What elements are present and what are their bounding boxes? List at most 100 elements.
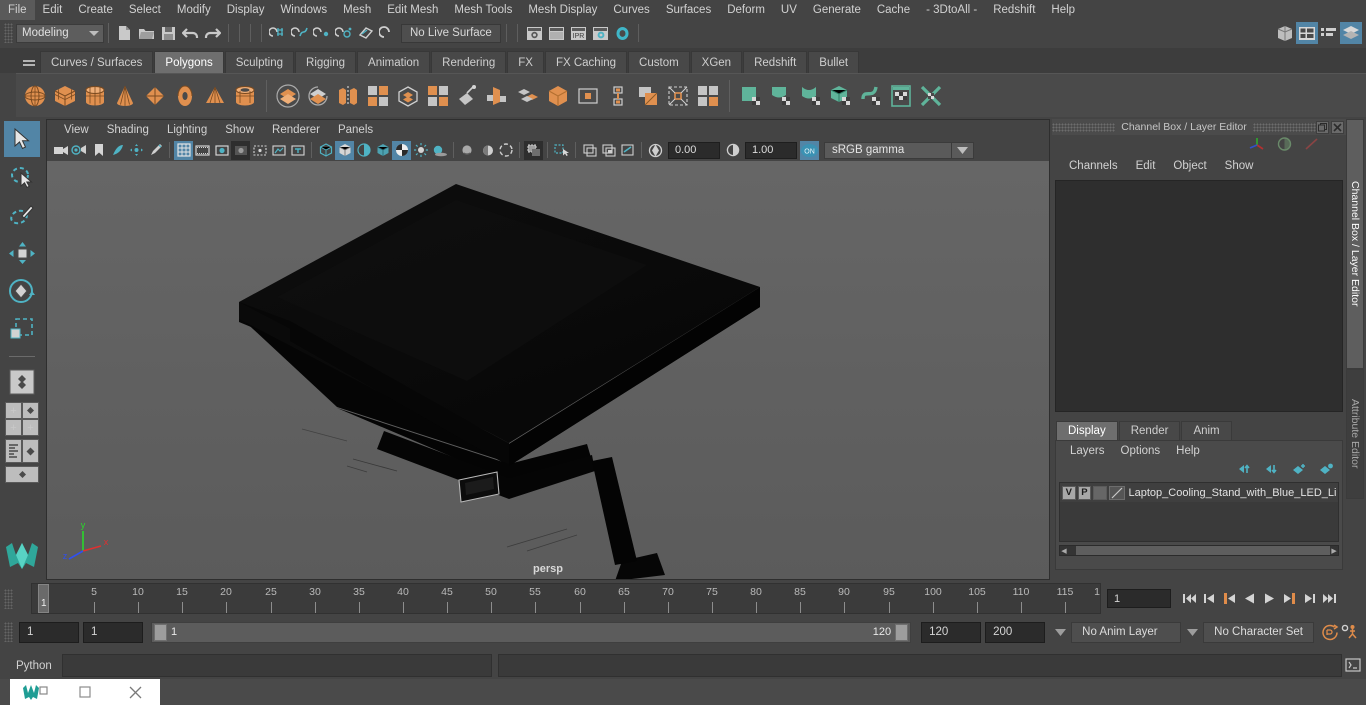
animation-start-time-field[interactable]: 1 bbox=[19, 621, 79, 643]
target-weld-icon[interactable] bbox=[573, 77, 603, 115]
close-window-icon[interactable] bbox=[1331, 120, 1344, 134]
menu-mesh-tools[interactable]: Mesh Tools bbox=[446, 0, 520, 20]
menu-display[interactable]: Display bbox=[219, 0, 273, 20]
side-tab-channel-box-layer-editor[interactable]: Channel Box / Layer Editor bbox=[1346, 119, 1364, 369]
animation-end-time-field[interactable]: 200 bbox=[985, 621, 1046, 643]
connect-components-icon[interactable] bbox=[693, 77, 723, 115]
xray-icon[interactable] bbox=[552, 141, 571, 160]
polygon-torus-icon[interactable] bbox=[170, 77, 200, 115]
outliner-persp-layout[interactable]: + bbox=[5, 419, 22, 436]
gamma-icon[interactable] bbox=[723, 141, 742, 160]
show-hide-tool-settings-icon[interactable] bbox=[1318, 22, 1340, 44]
menu-cache[interactable]: Cache bbox=[869, 0, 918, 20]
modeling-toolkit-icon[interactable] bbox=[1303, 136, 1320, 155]
gamma-field[interactable]: 1.00 bbox=[745, 141, 797, 159]
viewport-3d-canvas[interactable]: y x z persp bbox=[47, 161, 1049, 579]
safe-action-icon[interactable] bbox=[269, 141, 288, 160]
multisample-anti-aliasing-icon[interactable] bbox=[496, 141, 515, 160]
shelf-tab-curves-surfaces[interactable]: Curves / Surfaces bbox=[40, 51, 154, 73]
shelf-tab-rigging[interactable]: Rigging bbox=[295, 51, 357, 73]
use-all-lights-icon[interactable] bbox=[411, 141, 430, 160]
layer-tab-display[interactable]: Display bbox=[1056, 421, 1118, 440]
multi-cut-icon[interactable] bbox=[543, 77, 573, 115]
layer-color-swatch[interactable] bbox=[1108, 485, 1125, 500]
shelf-tab-custom[interactable]: Custom bbox=[628, 51, 690, 73]
polygon-pipe-icon[interactable] bbox=[230, 77, 260, 115]
channel-box-attribute-list[interactable] bbox=[1055, 180, 1343, 412]
menu-uv[interactable]: UV bbox=[773, 0, 805, 20]
new-scene-icon[interactable] bbox=[113, 22, 135, 44]
channel-box-icon[interactable] bbox=[1248, 136, 1266, 155]
viewport-menu-show[interactable]: Show bbox=[216, 124, 263, 136]
xray-joints-icon[interactable] bbox=[580, 141, 599, 160]
viewport-menu-panels[interactable]: Panels bbox=[329, 124, 382, 136]
move-layer-up-icon[interactable] bbox=[1238, 463, 1253, 478]
shelf-tab-bullet[interactable]: Bullet bbox=[808, 51, 860, 73]
layer-menu-options[interactable]: Options bbox=[1113, 445, 1169, 457]
offset-edge-loop-icon[interactable] bbox=[663, 77, 693, 115]
menu-edit[interactable]: Edit bbox=[35, 0, 71, 20]
show-hide-modeling-toolkit-icon[interactable] bbox=[1274, 22, 1296, 44]
menu-modify[interactable]: Modify bbox=[169, 0, 219, 20]
xray-active-components-icon[interactable] bbox=[599, 141, 618, 160]
persp-graph-editor-layout[interactable] bbox=[5, 466, 39, 483]
separate-icon[interactable] bbox=[303, 77, 333, 115]
relax-tool-icon[interactable] bbox=[796, 77, 826, 115]
channel-box-menu-edit[interactable]: Edit bbox=[1127, 160, 1165, 172]
range-end-handle[interactable] bbox=[895, 623, 909, 641]
screen-space-ao-icon[interactable] bbox=[458, 141, 477, 160]
layer-tab-render[interactable]: Render bbox=[1118, 421, 1181, 440]
channel-box-menu-object[interactable]: Object bbox=[1164, 160, 1215, 172]
attribute-editor-icon[interactable] bbox=[1276, 136, 1293, 155]
film-gate-icon[interactable] bbox=[193, 141, 212, 160]
menu-select[interactable]: Select bbox=[121, 0, 169, 20]
restore-window-icon[interactable] bbox=[1316, 120, 1329, 134]
polygon-plane-icon[interactable] bbox=[140, 77, 170, 115]
side-tab-attribute-editor[interactable]: Attribute Editor bbox=[1346, 369, 1364, 499]
auto-keyframe-icon[interactable] bbox=[1320, 621, 1340, 643]
anim-layer-selector[interactable]: No Anim Layer bbox=[1071, 621, 1182, 643]
scrollbar-thumb[interactable] bbox=[1075, 546, 1331, 555]
play-forwards-icon[interactable] bbox=[1259, 588, 1279, 610]
select-camera-icon[interactable] bbox=[51, 141, 70, 160]
flood-icon[interactable] bbox=[886, 77, 916, 115]
quad-draw-icon[interactable] bbox=[603, 77, 633, 115]
grease-pencil-icon[interactable] bbox=[146, 141, 165, 160]
toggle-hypershade-icon[interactable] bbox=[611, 22, 633, 44]
layer-visibility-toggle[interactable]: V bbox=[1062, 485, 1076, 500]
menu-deform[interactable]: Deform bbox=[719, 0, 773, 20]
snap-to-point-icon[interactable] bbox=[311, 22, 333, 44]
step-forward-keyframe-icon[interactable] bbox=[1299, 588, 1319, 610]
last-tool-used[interactable] bbox=[4, 364, 40, 400]
move-layer-down-icon[interactable] bbox=[1265, 463, 1280, 478]
menu-mesh-display[interactable]: Mesh Display bbox=[520, 0, 605, 20]
use-default-lighting-icon[interactable] bbox=[392, 140, 411, 160]
live-surface-field[interactable]: No Live Surface bbox=[401, 23, 501, 43]
color-space-selector[interactable]: sRGB gamma bbox=[824, 141, 952, 159]
gate-mask-icon[interactable] bbox=[231, 140, 250, 160]
shelf-tab-fx-caching[interactable]: FX Caching bbox=[544, 51, 628, 73]
show-hide-channel-box-icon[interactable] bbox=[1340, 22, 1362, 44]
booleans-icon[interactable] bbox=[363, 77, 393, 115]
layer-playback-toggle[interactable]: P bbox=[1077, 485, 1092, 500]
maximize-icon[interactable] bbox=[60, 679, 110, 705]
resolution-gate-icon[interactable] bbox=[212, 141, 231, 160]
camera-attributes-icon[interactable] bbox=[70, 141, 89, 160]
open-scene-icon[interactable] bbox=[135, 22, 157, 44]
polygon-pyramid-icon[interactable] bbox=[200, 77, 230, 115]
menu-curves[interactable]: Curves bbox=[605, 0, 657, 20]
bake-texture-icon[interactable] bbox=[618, 141, 637, 160]
shelf-tab-polygons[interactable]: Polygons bbox=[154, 51, 224, 73]
step-back-keyframe-icon[interactable] bbox=[1199, 588, 1219, 610]
isolate-select-icon[interactable] bbox=[524, 140, 543, 160]
menu-redshift[interactable]: Redshift bbox=[985, 0, 1043, 20]
mirror-icon[interactable] bbox=[393, 77, 423, 115]
bridge-icon[interactable] bbox=[513, 77, 543, 115]
paint-select-tool[interactable] bbox=[4, 197, 40, 233]
single-perspective-view-layout[interactable]: + bbox=[5, 402, 22, 419]
shelf-menu-icon[interactable] bbox=[18, 48, 40, 73]
motion-blur-icon[interactable] bbox=[477, 141, 496, 160]
exposure-icon[interactable] bbox=[646, 141, 665, 160]
snap-to-grid-icon[interactable] bbox=[267, 22, 289, 44]
animation-preferences-icon[interactable] bbox=[1340, 621, 1360, 643]
